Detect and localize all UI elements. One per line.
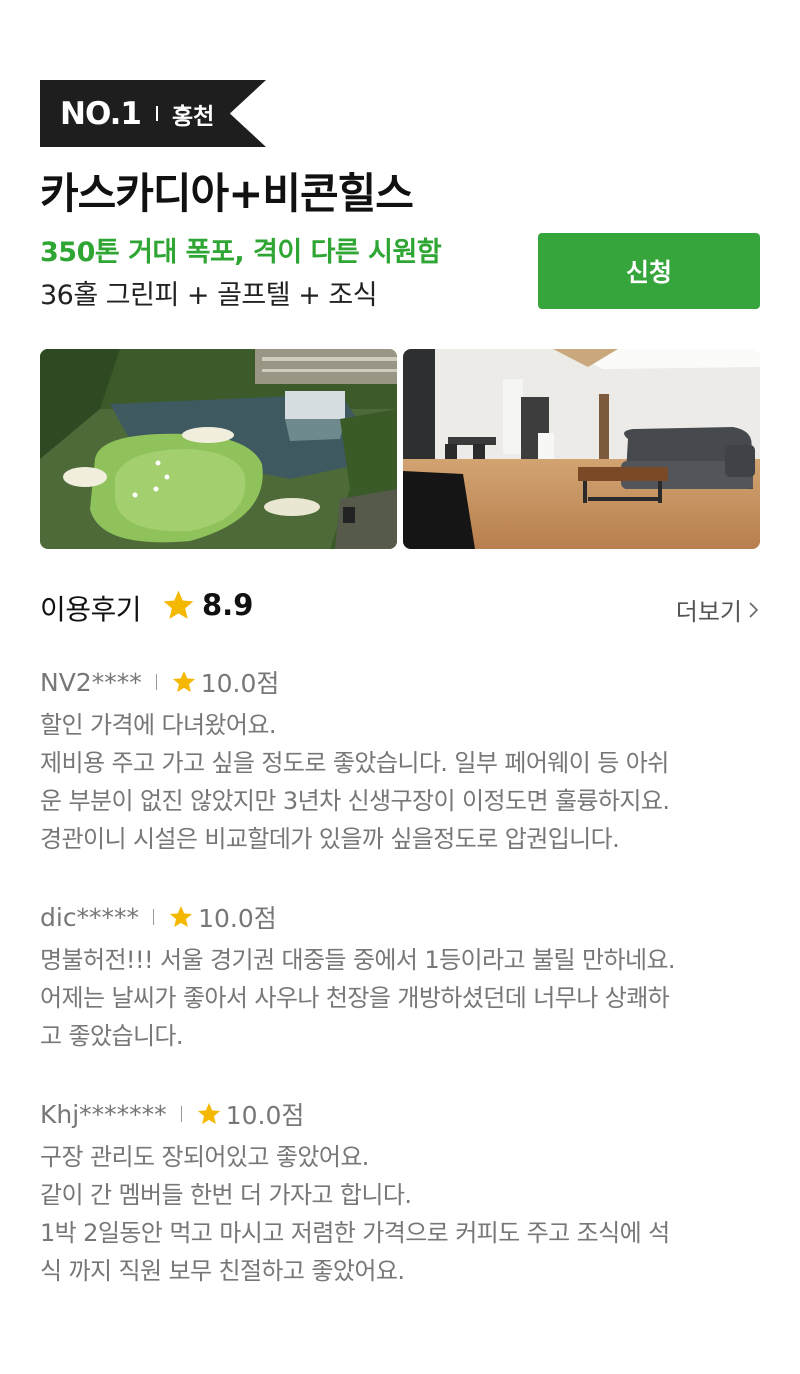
meta-divider: [155, 674, 157, 690]
review-score: 10.0점: [225, 1101, 305, 1130]
review-text: 명불허전!!! 서울 경기권 대중들 중에서 1등이라고 불릴 만하네요. 어제…: [40, 941, 760, 1055]
golftel-room-photo[interactable]: [403, 349, 760, 549]
review-username: Khj*******: [40, 1099, 167, 1129]
golftel-room-photo-art: [403, 349, 760, 549]
review-line: 할인 가격에 다녀왔어요.: [40, 711, 276, 739]
rank-badge: NO.1 홍천: [40, 80, 266, 147]
review-meta: Khj******* 10.0점: [40, 1096, 760, 1132]
review-line: 운 부분이 없진 않았지만 3년차 신생구장이 이정도면 훌륭하지요.: [40, 787, 670, 815]
more-reviews-link[interactable]: 더보기: [676, 592, 760, 627]
rank-number: NO.1: [60, 95, 142, 132]
review-meta: NV2**** 10.0점: [40, 664, 760, 700]
review-line: 식 까지 직원 보무 친절하고 좋았어요.: [40, 1257, 405, 1285]
region-label: 홍천: [171, 103, 215, 130]
apply-button[interactable]: 신청: [538, 233, 760, 309]
review-item: Khj******* 10.0점 구장 관리도 장되어있고 좋았어요. 같이 간…: [40, 1096, 760, 1290]
review-line: 경관이니 시설은 비교할데가 있을까 싶을정도로 압권입니다.: [40, 825, 620, 853]
review-line: 구장 관리도 장되어있고 좋았어요.: [40, 1143, 369, 1171]
review-score: 10.0점: [198, 904, 277, 933]
package-description: 36홀 그린피 + 골프텔 + 조식: [40, 280, 378, 311]
review-item: dic***** 10.0점 명불허전!!! 서울 경기권 대중들 중에서 1등…: [40, 899, 760, 1055]
review-text: 할인 가격에 다녀왔어요. 제비용 주고 가고 싶을 정도로 좋았습니다. 일부…: [40, 706, 760, 858]
review-username: dic*****: [40, 902, 140, 932]
meta-divider: [153, 909, 155, 925]
golf-course-photo-art: [40, 349, 397, 549]
review-score: 10.0점: [200, 669, 280, 698]
review-text: 구장 관리도 장되어있고 좋았어요. 같이 간 멤버들 한번 더 가자고 합니다…: [40, 1138, 760, 1290]
star-icon: [197, 1102, 220, 1124]
review-line: 제비용 주고 가고 싶을 정도로 좋았습니다. 일부 페어웨이 등 아쉬: [40, 749, 669, 777]
review-line: 1박 2일동안 먹고 마시고 저렴한 가격으로 커피도 주고 조식에 석: [40, 1219, 670, 1247]
review-line: 같이 간 멤버들 한번 더 가자고 합니다.: [40, 1181, 412, 1209]
course-highlight: 350톤 거대 폭포, 격이 다른 시원함: [40, 237, 442, 268]
star-icon: [170, 905, 193, 927]
course-title: 카스카디아+비콘힐스: [40, 169, 414, 218]
review-username: NV2****: [40, 667, 142, 697]
meta-divider: [180, 1106, 182, 1122]
review-item: NV2**** 10.0점 할인 가격에 다녀왔어요. 제비용 주고 가고 싶을…: [40, 664, 760, 858]
star-icon: [172, 670, 195, 692]
golf-course-photo[interactable]: [40, 349, 397, 549]
star-icon: [163, 590, 194, 619]
review-line: 명불허전!!! 서울 경기권 대중들 중에서 1등이라고 불릴 만하네요.: [40, 946, 676, 974]
more-reviews-label: 더보기: [675, 598, 742, 626]
chevron-right-icon: [749, 601, 759, 618]
review-line: 어제는 날씨가 좋아서 사우나 천장을 개방하셨던데 너무나 상쾌하: [40, 984, 670, 1012]
average-rating: 8.9: [202, 588, 254, 622]
badge-divider: [155, 106, 158, 121]
review-meta: dic***** 10.0점: [40, 899, 760, 935]
review-line: 고 좋았습니다.: [40, 1022, 184, 1050]
reviews-header: 이용후기 8.9 더보기: [40, 588, 760, 628]
reviews-title: 이용후기: [40, 593, 142, 626]
